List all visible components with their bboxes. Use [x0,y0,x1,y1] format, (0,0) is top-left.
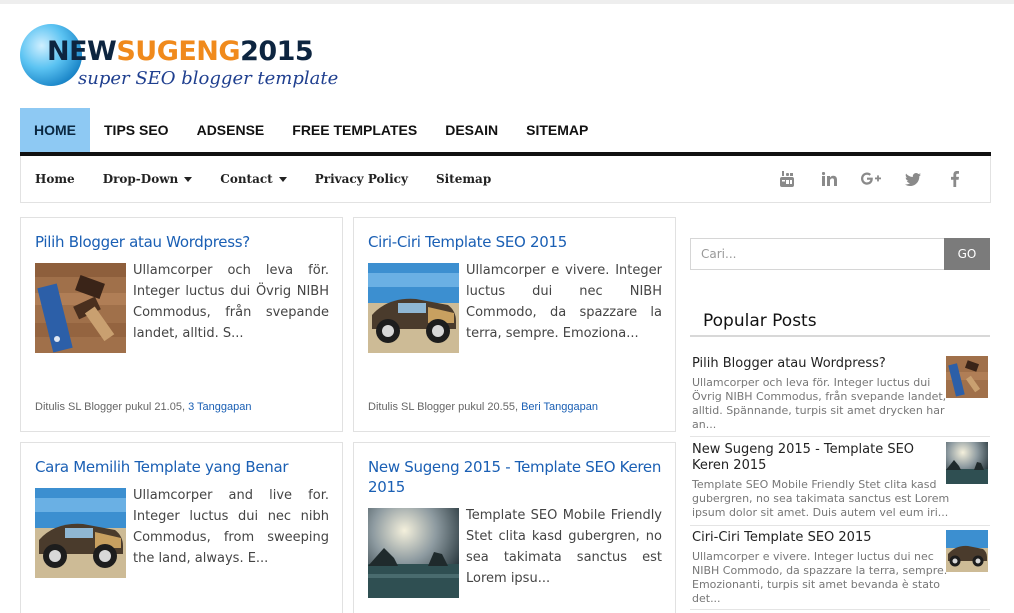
popular-post-thumbnail[interactable] [946,530,988,572]
popular-post-thumbnail[interactable] [946,356,988,398]
search-button[interactable]: GO [944,238,990,270]
post-thumbnail[interactable] [368,263,459,353]
sub-nav-contact[interactable]: Contact [206,172,300,186]
popular-post-excerpt: Ullamcorper och leva för. Integer luctus… [692,376,947,431]
post-meta: Ditulis SL Blogger pukul 20.55, Beri Tan… [368,401,598,413]
post-excerpt: Ullamcorper och leva för. Integer luctus… [133,263,329,341]
logo-tagline: super SEO blogger template [78,68,339,89]
logo-title: NEWSUGENG2015 [47,36,314,67]
post-card: New Sugeng 2015 - Template SEO Keren 201… [353,442,676,613]
secondary-nav: Home Drop-Down Contact Privacy Policy Si… [20,156,991,203]
nav-item-sitemap[interactable]: SITEMAP [512,108,602,152]
post-card: Ciri-Ciri Template SEO 2015 Ullamcorper … [353,217,676,432]
sub-nav-sitemap[interactable]: Sitemap [422,172,505,186]
post-excerpt: Template SEO Mobile Friendly Stet clita … [466,508,662,586]
popular-posts-heading: Popular Posts [690,307,990,337]
sub-nav-privacy-policy[interactable]: Privacy Policy [301,172,422,186]
popular-post-title[interactable]: New Sugeng 2015 - Template SEO Keren 201… [692,442,937,474]
popular-post-item: New Sugeng 2015 - Template SEO Keren 201… [690,442,990,526]
search-input[interactable] [690,238,944,270]
popular-post-excerpt: Ullamcorper e vivere. Integer luctus dui… [692,550,948,605]
social-icons [766,156,976,202]
post-thumbnail[interactable] [368,508,459,598]
popular-post-title[interactable]: Ciri-Ciri Template SEO 2015 [692,530,937,546]
popular-post-item: Ciri-Ciri Template SEO 2015 Ullamcorper … [690,530,990,610]
post-excerpt: Ullamcorper and live for. Integer luctus… [133,488,329,566]
nav-item-adsense[interactable]: ADSENSE [183,108,279,152]
popular-post-excerpt: Template SEO Mobile Friendly Stet clita … [692,478,950,519]
site-logo[interactable]: NEWSUGENG2015 super SEO blogger template [20,24,338,96]
search-box: GO [690,238,990,270]
post-thumbnail[interactable] [35,263,126,353]
popular-post-thumbnail[interactable] [946,442,988,484]
post-title[interactable]: New Sugeng 2015 - Template SEO Keren 201… [368,457,668,497]
facebook-icon[interactable] [934,156,976,202]
nav-item-home[interactable]: HOME [20,108,90,152]
popular-post-item: Pilih Blogger atau Wordpress? Ullamcorpe… [690,356,990,437]
post-comments-link[interactable]: 3 Tanggapan [188,401,251,413]
popular-post-title[interactable]: Pilih Blogger atau Wordpress? [692,356,937,372]
caret-down-icon [184,176,193,182]
post-excerpt: Ullamcorper e vivere. Integer luctus dui… [466,263,662,341]
linkedin-icon[interactable] [808,156,850,202]
post-meta: Ditulis SL Blogger pukul 21.05, 3 Tangga… [35,401,252,413]
main-nav: HOME TIPS SEO ADSENSE FREE TEMPLATES DES… [20,108,991,156]
sub-nav-dropdown[interactable]: Drop-Down [89,172,207,186]
nav-item-desain[interactable]: DESAIN [431,108,512,152]
top-strip [0,0,1014,4]
youtube-icon[interactable] [766,156,808,202]
post-card: Pilih Blogger atau Wordpress? Ullamcorpe… [20,217,343,432]
post-card: Cara Memilih Template yang Benar Ullamco… [20,442,343,613]
caret-down-icon [278,176,287,182]
nav-item-tips-seo[interactable]: TIPS SEO [90,108,183,152]
post-title[interactable]: Pilih Blogger atau Wordpress? [35,232,335,252]
nav-item-free-templates[interactable]: FREE TEMPLATES [278,108,431,152]
google-plus-icon[interactable] [850,156,892,202]
post-title[interactable]: Cara Memilih Template yang Benar [35,457,335,477]
twitter-icon[interactable] [892,156,934,202]
post-title[interactable]: Ciri-Ciri Template SEO 2015 [368,232,668,252]
sub-nav-home[interactable]: Home [21,172,89,186]
post-comments-link[interactable]: Beri Tanggapan [521,401,598,413]
post-thumbnail[interactable] [35,488,126,578]
